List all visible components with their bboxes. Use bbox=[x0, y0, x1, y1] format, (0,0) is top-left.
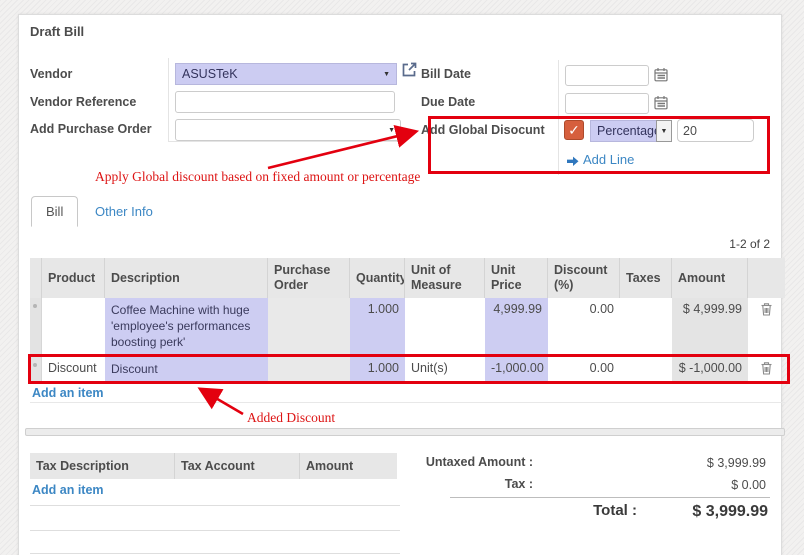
pager: 1-2 of 2 bbox=[690, 237, 770, 251]
vendor-select-value: ASUSTeK bbox=[182, 67, 238, 81]
tab-other-info[interactable]: Other Info bbox=[95, 204, 153, 219]
cell-quantity[interactable]: 1.000 bbox=[350, 357, 405, 382]
tax-total-value: $ 0.00 bbox=[731, 478, 766, 492]
annotation-global-discount-note: Apply Global discount based on fixed amo… bbox=[95, 169, 395, 185]
untaxed-amount-value: $ 3,999.99 bbox=[707, 456, 766, 470]
discount-type-select[interactable]: Percentage bbox=[590, 120, 656, 142]
col-description: Description bbox=[105, 258, 268, 298]
tax-table: Tax Description Tax Account Amount bbox=[30, 453, 397, 479]
cell-purchase-order bbox=[268, 357, 350, 382]
cell-unit-price[interactable]: -1,000.00 bbox=[485, 357, 548, 382]
cell-actions bbox=[748, 357, 785, 382]
handle-column-header bbox=[30, 258, 42, 298]
cell-taxes[interactable] bbox=[620, 357, 672, 382]
cell-amount: $ -1,000.00 bbox=[672, 357, 748, 382]
tab-bill-label: Bill bbox=[46, 204, 63, 219]
cell-description[interactable]: Discount bbox=[105, 357, 268, 382]
vendor-reference-input[interactable] bbox=[175, 91, 395, 113]
add-purchase-order-select[interactable]: ▼ bbox=[175, 119, 401, 141]
discount-type-caret-button[interactable]: ▼ bbox=[656, 120, 672, 142]
chevron-down-icon: ▼ bbox=[388, 127, 395, 134]
check-icon: ✓ bbox=[568, 122, 580, 139]
cell-uom[interactable]: Unit(s) bbox=[405, 357, 485, 382]
tax-total-label: Tax : bbox=[505, 477, 533, 491]
col-amount: Amount bbox=[672, 258, 748, 298]
tab-bill[interactable]: Bill bbox=[31, 196, 78, 227]
cell-description[interactable]: Coffee Machine with huge 'employee's per… bbox=[105, 298, 268, 356]
col-taxes: Taxes bbox=[620, 258, 672, 298]
cell-product[interactable]: Discount bbox=[42, 357, 105, 382]
col-unit-of-measure: Unit of Measure bbox=[405, 258, 485, 298]
vendor-select[interactable]: ASUSTeK ▼ bbox=[175, 63, 397, 85]
total-label: Total : bbox=[593, 502, 637, 519]
due-date-input[interactable] bbox=[565, 93, 649, 114]
drag-dot-icon bbox=[33, 304, 37, 308]
row-drag-handle[interactable] bbox=[30, 298, 42, 356]
discount-type-value: Percentage bbox=[597, 124, 661, 138]
open-record-icon[interactable] bbox=[401, 61, 418, 83]
form-group-underline-left bbox=[168, 141, 401, 142]
cell-discount[interactable]: 0.00 bbox=[548, 298, 620, 356]
row-drag-handle[interactable] bbox=[30, 357, 42, 382]
cell-actions bbox=[748, 298, 785, 356]
col-quantity: Quantity bbox=[350, 258, 405, 298]
delete-row-button[interactable] bbox=[760, 361, 773, 378]
chevron-down-icon: ▼ bbox=[661, 128, 668, 135]
lines-table-header: Product Description Purchase Order Quant… bbox=[30, 258, 785, 298]
global-discount-checkbox[interactable]: ✓ bbox=[564, 120, 584, 140]
section-divider bbox=[30, 402, 785, 403]
calendar-icon[interactable] bbox=[654, 67, 668, 87]
col-actions bbox=[748, 258, 785, 298]
tax-table-header: Tax Description Tax Account Amount bbox=[30, 453, 397, 479]
col-tax-account: Tax Account bbox=[175, 453, 300, 479]
list-resize-grip[interactable] bbox=[25, 428, 785, 436]
page: Draft Bill Vendor Vendor Reference Add P… bbox=[0, 0, 804, 555]
cell-amount: $ 4,999.99 bbox=[672, 298, 748, 356]
invoice-lines-table: Product Description Purchase Order Quant… bbox=[30, 258, 785, 383]
discount-value-input[interactable] bbox=[677, 119, 754, 142]
untaxed-amount-label: Untaxed Amount : bbox=[426, 455, 533, 469]
table-row: Coffee Machine with huge 'employee's per… bbox=[30, 298, 785, 357]
vendor-label: Vendor bbox=[30, 67, 72, 81]
add-an-item-link[interactable]: Add an item bbox=[32, 386, 104, 400]
empty-row-line bbox=[30, 530, 400, 531]
tab-other-info-label: Other Info bbox=[95, 204, 153, 219]
col-tax-amount: Amount bbox=[300, 453, 397, 479]
col-product: Product bbox=[42, 258, 105, 298]
add-tax-item-link[interactable]: Add an item bbox=[32, 483, 104, 497]
global-discount-label: Add Global Disocunt bbox=[421, 123, 545, 137]
form-group-divider-right bbox=[558, 60, 559, 175]
cell-quantity[interactable]: 1.000 bbox=[350, 298, 405, 356]
bill-date-input[interactable] bbox=[565, 65, 649, 86]
cell-purchase-order bbox=[268, 298, 350, 356]
due-date-label: Due Date bbox=[421, 95, 475, 109]
cell-product[interactable] bbox=[42, 298, 105, 356]
add-purchase-order-label: Add Purchase Order bbox=[30, 122, 152, 136]
form-group-divider-left bbox=[168, 58, 169, 142]
add-line-link[interactable]: Add Line bbox=[583, 152, 634, 167]
col-discount: Discount (%) bbox=[548, 258, 620, 298]
cell-taxes[interactable] bbox=[620, 298, 672, 356]
empty-row-line bbox=[30, 505, 400, 506]
annotation-added-discount-note: Added Discount bbox=[247, 410, 335, 426]
vendor-reference-label: Vendor Reference bbox=[30, 95, 136, 109]
totals-divider bbox=[450, 497, 770, 498]
cell-discount[interactable]: 0.00 bbox=[548, 357, 620, 382]
chevron-down-icon: ▼ bbox=[383, 71, 390, 78]
col-tax-description: Tax Description bbox=[30, 453, 175, 479]
empty-row-line bbox=[30, 553, 400, 554]
cell-unit-price[interactable]: 4,999.99 bbox=[485, 298, 548, 356]
delete-row-button[interactable] bbox=[760, 302, 773, 319]
add-line-arrow-icon bbox=[567, 154, 579, 172]
table-row: Discount Discount 1.000 Unit(s) -1,000.0… bbox=[30, 357, 785, 383]
col-purchase-order: Purchase Order bbox=[268, 258, 350, 298]
col-unit-price: Unit Price bbox=[485, 258, 548, 298]
drag-dot-icon bbox=[33, 363, 37, 367]
bill-date-label: Bill Date bbox=[421, 67, 471, 81]
cell-uom[interactable] bbox=[405, 298, 485, 356]
calendar-icon[interactable] bbox=[654, 95, 668, 115]
total-value: $ 3,999.99 bbox=[692, 503, 768, 521]
page-title: Draft Bill bbox=[30, 24, 84, 39]
